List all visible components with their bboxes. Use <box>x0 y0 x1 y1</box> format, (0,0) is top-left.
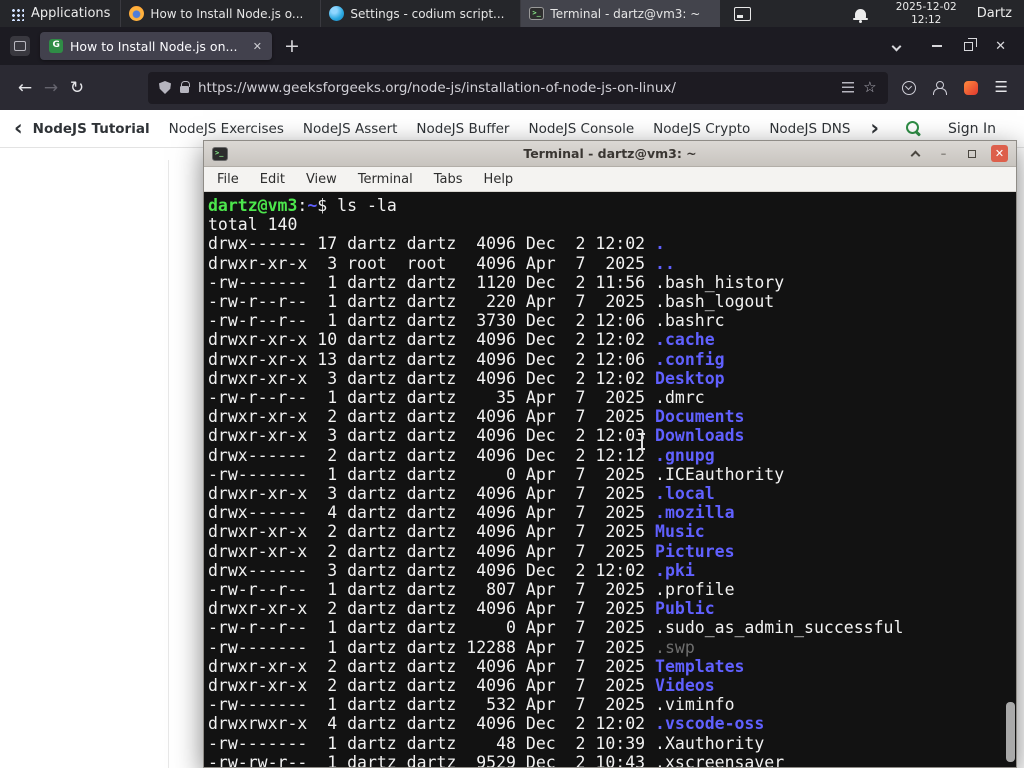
geeksforgeeks-favicon <box>49 39 63 53</box>
extension-icon[interactable] <box>963 80 978 95</box>
terminal-menubar: File Edit View Terminal Tabs Help <box>204 167 1016 192</box>
search-icon[interactable] <box>905 120 922 137</box>
notification-bell-icon[interactable] <box>852 8 868 23</box>
tab-bar: How to Install Node.js on... ✕ + ✕ <box>0 27 1024 65</box>
browser-close-button[interactable]: ✕ <box>995 40 1006 53</box>
browser-tab-active[interactable]: How to Install Node.js on... ✕ <box>40 32 272 60</box>
clock-date: 2025-12-02 <box>895 0 957 13</box>
terminal-titlebar[interactable]: Terminal - dartz@vm3: ~ – ✕ <box>204 141 1016 167</box>
terminal-icon <box>529 7 545 20</box>
chevron-up-icon <box>910 150 921 161</box>
terminal-minimize-button[interactable]: – <box>935 145 952 162</box>
system-tray: 2025-12-02 12:12 Dartz <box>733 1 1024 26</box>
menu-file[interactable]: File <box>217 172 239 187</box>
terminal-screen[interactable]: dartz@vm3:~$ ls -la total 140 drwx------… <box>204 193 1016 767</box>
tray-terminal-icon[interactable] <box>733 6 751 21</box>
menu-tabs[interactable]: Tabs <box>434 172 463 187</box>
applications-menu-button[interactable]: Applications <box>0 0 120 27</box>
toolbar-right-icons: ☰ <box>901 80 1012 95</box>
https-lock-icon[interactable] <box>180 81 190 93</box>
terminal-window-title: Terminal - dartz@vm3: ~ <box>523 146 697 161</box>
app-menu-icon[interactable]: ☰ <box>995 80 1008 95</box>
back-button[interactable]: ← <box>12 78 38 98</box>
mouse-cursor-ibeam <box>637 433 646 450</box>
url-input[interactable]: https://www.geeksforgeeks.org/node-js/in… <box>198 80 833 96</box>
site-nav-item-tutorial[interactable]: NodeJS Tutorial <box>33 121 150 137</box>
menu-terminal[interactable]: Terminal <box>358 172 413 187</box>
terminal-scrollbar-thumb[interactable] <box>1006 702 1015 762</box>
user-menu-button[interactable]: Dartz <box>977 6 1012 21</box>
tab-title: How to Install Node.js on... <box>70 38 238 54</box>
codium-icon <box>329 6 345 21</box>
terminal-window: Terminal - dartz@vm3: ~ – ✕ File Edit Vi… <box>203 140 1017 768</box>
tab-close-button[interactable]: ✕ <box>252 40 263 53</box>
list-all-tabs-chevron-icon[interactable] <box>891 41 902 51</box>
terminal-output[interactable]: dartz@vm3:~$ ls -la total 140 drwx------… <box>204 193 1016 767</box>
clock-time: 12:12 <box>911 13 942 26</box>
nav-scroll-right-chevron[interactable]: › <box>870 118 879 139</box>
reload-button[interactable]: ↻ <box>64 78 90 98</box>
panel-clock[interactable]: 2025-12-02 12:12 <box>896 1 957 26</box>
terminal-shade-button[interactable] <box>907 145 924 162</box>
site-nav-item-buffer[interactable]: NodeJS Buffer <box>416 121 509 137</box>
maximize-icon <box>967 149 976 158</box>
forward-button[interactable]: → <box>38 78 64 98</box>
site-nav-item-exercises[interactable]: NodeJS Exercises <box>169 121 284 137</box>
terminal-close-button[interactable]: ✕ <box>991 145 1008 162</box>
sign-in-button[interactable]: Sign In <box>948 121 996 137</box>
firefox-view-button[interactable] <box>10 36 30 56</box>
site-nav-item-crypto[interactable]: NodeJS Crypto <box>653 121 750 137</box>
menu-view[interactable]: View <box>306 172 337 187</box>
browser-minimize-button[interactable] <box>932 45 943 47</box>
reader-mode-icon[interactable] <box>842 82 855 93</box>
new-tab-button[interactable]: + <box>284 36 300 56</box>
menu-edit[interactable]: Edit <box>260 172 285 187</box>
nav-scroll-left-chevron[interactable]: ‹ <box>14 118 23 139</box>
menu-help[interactable]: Help <box>484 172 514 187</box>
site-nav-item-dns[interactable]: NodeJS DNS <box>769 121 850 137</box>
tracking-protection-shield-icon[interactable] <box>159 81 171 94</box>
bookmark-star-icon[interactable]: ☆ <box>863 80 876 95</box>
site-nav-items: NodeJS Tutorial NodeJS Exercises NodeJS … <box>33 121 863 137</box>
site-nav-item-console[interactable]: NodeJS Console <box>528 121 634 137</box>
top-panel: Applications How to Install Node.js o...… <box>0 0 1024 27</box>
url-bar[interactable]: https://www.geeksforgeeks.org/node-js/in… <box>148 71 888 104</box>
terminal-window-icon[interactable] <box>212 146 228 161</box>
navigation-toolbar: ← → ↻ https://www.geeksforgeeks.org/node… <box>0 65 1024 110</box>
account-icon[interactable] <box>933 80 948 95</box>
pocket-icon[interactable] <box>901 80 916 95</box>
site-nav-item-assert[interactable]: NodeJS Assert <box>303 121 398 137</box>
firefox-icon <box>129 6 145 21</box>
applications-menu-label: Applications <box>31 6 111 21</box>
applications-menu-icon <box>10 6 24 21</box>
taskbar-button-firefox[interactable]: How to Install Node.js o... <box>120 0 320 27</box>
sidebar-divider <box>168 160 169 768</box>
browser-window-controls: ✕ <box>932 38 1006 53</box>
taskbar-button-codium[interactable]: Settings - codium script... <box>320 0 520 27</box>
browser-restore-button[interactable] <box>964 38 977 51</box>
taskbar-button-terminal[interactable]: Terminal - dartz@vm3: ~ <box>520 0 721 27</box>
terminal-maximize-button[interactable] <box>963 145 980 162</box>
